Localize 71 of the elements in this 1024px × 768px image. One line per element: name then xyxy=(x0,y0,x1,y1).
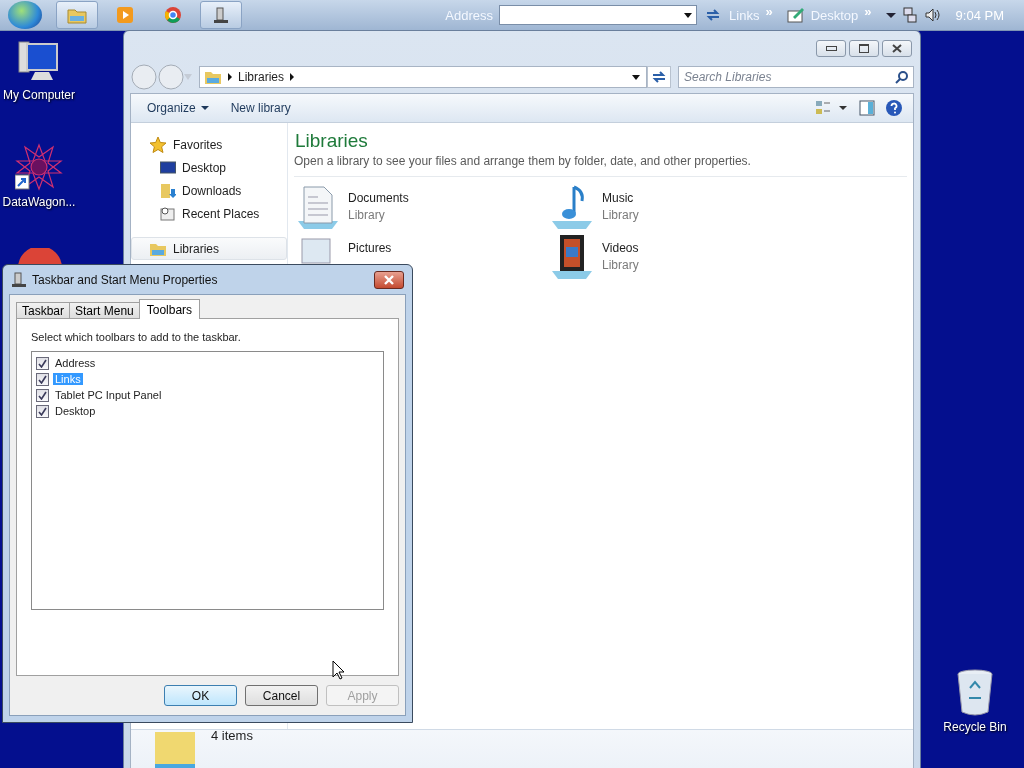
taskbar-properties-icon xyxy=(11,271,27,288)
preview-pane-icon[interactable] xyxy=(859,100,875,116)
notification-caret-icon[interactable] xyxy=(885,12,896,18)
breadcrumb-arrow-icon[interactable] xyxy=(228,73,232,81)
library-name[interactable]: Videos xyxy=(602,241,639,255)
network-icon[interactable] xyxy=(901,7,918,23)
libraries-nav-item[interactable]: Libraries xyxy=(131,237,287,260)
browser-icon xyxy=(164,6,182,24)
toolbar-option[interactable]: Address xyxy=(53,357,98,369)
maximize-button[interactable] xyxy=(849,40,879,57)
recent-nav-item[interactable]: Recent Places xyxy=(131,202,287,225)
dialog-button[interactable]: OK xyxy=(164,685,237,706)
dialog-title: Taskbar and Start Menu Properties xyxy=(32,272,218,287)
close-icon xyxy=(383,274,395,285)
checkbox[interactable] xyxy=(36,356,49,370)
library-type: Library xyxy=(602,258,639,272)
recycle-bin-icon[interactable] xyxy=(955,668,995,716)
library-type: Library xyxy=(348,208,386,222)
instruction-text: Select which toolbars to add to the taskbar. xyxy=(31,331,242,343)
play-icon xyxy=(116,6,134,24)
toolbar-option[interactable]: Desktop xyxy=(53,405,98,417)
close-button[interactable] xyxy=(374,270,404,289)
starburst-app-icon[interactable] xyxy=(15,143,63,191)
search-icon[interactable] xyxy=(895,70,909,84)
dropdown-arrow-icon[interactable] xyxy=(684,12,693,18)
desktop-icon-label[interactable]: My Computer xyxy=(3,88,75,102)
breadcrumb-arrow-icon[interactable] xyxy=(290,73,295,81)
view-options-icon[interactable] xyxy=(815,100,849,116)
download-folder-icon xyxy=(160,182,176,199)
library-folder-icon xyxy=(204,69,222,85)
close-icon xyxy=(892,44,902,53)
favorites-nav-item[interactable]: Favorites xyxy=(131,133,287,156)
search-field[interactable]: Search Libraries xyxy=(678,66,914,88)
address-bar[interactable]: Libraries xyxy=(199,66,647,88)
checkbox[interactable] xyxy=(36,372,49,386)
address-toolbar-label: Address xyxy=(445,7,494,23)
taskbar-properties-button[interactable] xyxy=(200,1,242,29)
library-name[interactable]: Music xyxy=(602,191,639,205)
folder-icon xyxy=(67,6,87,24)
tab[interactable]: Toolbars xyxy=(138,299,201,319)
desktop-icon xyxy=(160,160,176,175)
downloads-nav-item[interactable]: Downloads xyxy=(131,179,287,202)
refresh-icon[interactable] xyxy=(647,66,671,88)
checkbox[interactable] xyxy=(36,388,49,402)
new-library-button[interactable]: New library xyxy=(224,99,297,117)
star-icon xyxy=(149,135,167,154)
dropdown-arrow-icon[interactable] xyxy=(632,74,640,80)
organize-menu[interactable]: Organize xyxy=(141,99,215,117)
desktop-nav-item[interactable]: Desktop xyxy=(131,156,287,179)
desktop-toolbar-label: Desktop xyxy=(810,7,859,23)
desktop-icon-label[interactable]: DataWagon... xyxy=(2,195,76,209)
libraries-heading: Libraries xyxy=(294,130,369,152)
volume-icon[interactable] xyxy=(923,7,940,23)
help-icon[interactable] xyxy=(885,99,903,117)
toolbar-option[interactable]: Tablet PC Input Panel xyxy=(53,389,164,401)
close-button[interactable] xyxy=(882,40,912,57)
taskbar-properties-icon xyxy=(212,6,230,24)
library-name[interactable]: Pictures xyxy=(348,241,392,255)
dialog-button[interactable]: Cancel xyxy=(245,685,318,706)
tablet-input-icon[interactable] xyxy=(786,7,805,23)
library-type: Library xyxy=(602,208,639,222)
links-toolbar-label: Links xyxy=(729,7,760,23)
item-count: 4 items xyxy=(211,728,253,743)
recent-places-icon xyxy=(160,205,176,222)
description: Open a library to see your files and arrange them by folder, date, and other properties. xyxy=(294,154,907,177)
minimize-button[interactable] xyxy=(816,40,846,57)
breadcrumb[interactable]: Libraries xyxy=(238,70,285,84)
desktop-icon-label[interactable]: Recycle Bin xyxy=(943,720,1007,734)
checkbox[interactable] xyxy=(36,404,49,418)
address-field[interactable] xyxy=(499,5,698,25)
library-name[interactable]: Documents xyxy=(348,191,409,205)
